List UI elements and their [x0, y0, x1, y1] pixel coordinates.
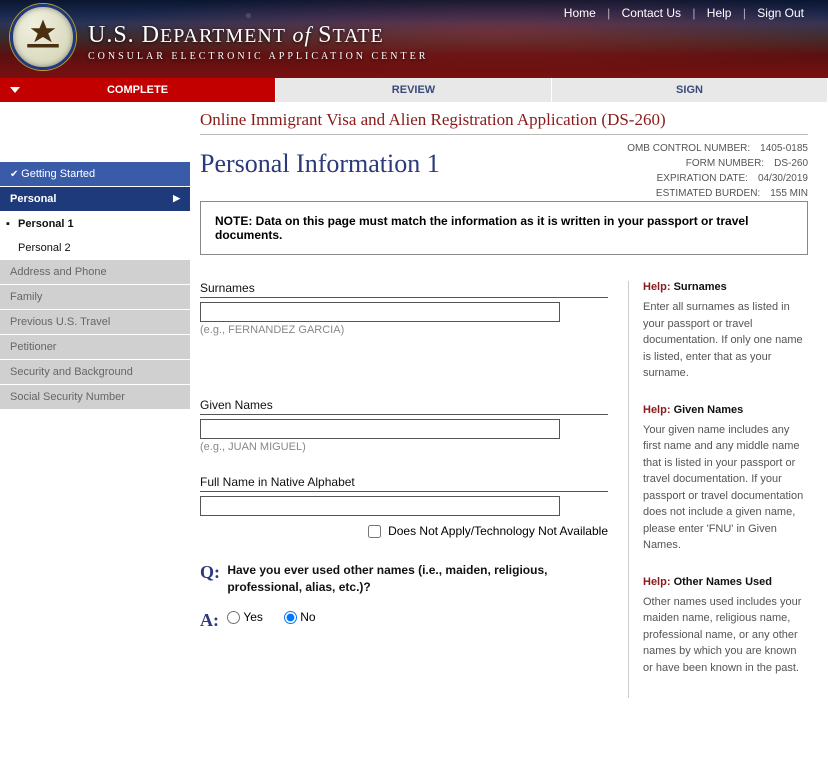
nav-security[interactable]: Security and Background — [0, 360, 190, 385]
help-title: Other Names Used — [674, 576, 772, 588]
form-metadata: OMB CONTROL NUMBER: 1405-0185 FORM NUMBER… — [627, 141, 808, 201]
dept-subtitle: CONSULAR ELECTRONIC APPLICATION CENTER — [88, 51, 428, 62]
divider: | — [743, 6, 746, 20]
help-label: Help: — [643, 281, 671, 293]
top-links: Home | Contact Us | Help | Sign Out — [560, 6, 808, 20]
a-marker: A: — [200, 610, 224, 631]
help-text: Your given name includes any first name … — [643, 422, 808, 554]
divider: | — [607, 6, 610, 20]
given-hint: (e.g., JUAN MIGUEL) — [200, 441, 608, 453]
help-text: Enter all surnames as listed in your pas… — [643, 299, 808, 382]
tab-review[interactable]: REVIEW — [276, 78, 552, 102]
form-fields: Surnames (e.g., FERNANDEZ GARCIA) Given … — [200, 281, 608, 698]
native-na-label: Does Not Apply/Technology Not Available — [388, 524, 608, 538]
help-given-names: Help: Given Names Your given name includ… — [643, 404, 808, 554]
main-content: Online Immigrant Visa and Alien Registra… — [190, 102, 828, 718]
divider: | — [692, 6, 695, 20]
help-title: Given Names — [674, 404, 744, 416]
help-column: Help: Surnames Enter all surnames as lis… — [628, 281, 808, 698]
native-input[interactable] — [200, 496, 560, 516]
given-label: Given Names — [200, 398, 608, 415]
radio-other-names-no[interactable] — [284, 611, 297, 624]
meta-label: ESTIMATED BURDEN: — [656, 186, 760, 201]
dept-text: U.S. D — [88, 22, 160, 48]
dept-title: U.S. DEPARTMENT of STATE CONSULAR ELECTR… — [88, 22, 428, 62]
meta-value: 04/30/2019 — [758, 171, 808, 186]
dept-text: S — [318, 22, 332, 48]
native-na-checkbox[interactable] — [368, 525, 381, 538]
tab-label: COMPLETE — [107, 84, 168, 96]
nav-personal[interactable]: Personal — [0, 187, 190, 212]
help-title: Surnames — [674, 281, 727, 293]
meta-label: FORM NUMBER: — [686, 156, 764, 171]
help-other-names: Help: Other Names Used Other names used … — [643, 576, 808, 677]
app-header: Home | Contact Us | Help | Sign Out U.S.… — [0, 0, 828, 78]
help-label: Help: — [643, 404, 671, 416]
field-given-names: Given Names (e.g., JUAN MIGUEL) — [200, 398, 608, 453]
meta-value: 1405-0185 — [760, 141, 808, 156]
dept-text: of — [286, 22, 318, 47]
nav-personal-2[interactable]: Personal 2 — [0, 236, 190, 260]
meta-value: DS-260 — [774, 156, 808, 171]
dept-text: TATE — [332, 25, 383, 47]
surnames-label: Surnames — [200, 281, 608, 298]
tab-complete[interactable]: COMPLETE — [0, 78, 276, 102]
given-input[interactable] — [200, 419, 560, 439]
meta-label: EXPIRATION DATE: — [657, 171, 748, 186]
state-seal-icon — [10, 4, 76, 70]
step-tabs: COMPLETE REVIEW SIGN — [0, 78, 828, 102]
nav-ssn[interactable]: Social Security Number — [0, 385, 190, 410]
nav-personal-1[interactable]: Personal 1 — [0, 212, 190, 236]
radio-yes-label[interactable]: Yes — [227, 610, 263, 624]
link-signout[interactable]: Sign Out — [757, 6, 804, 20]
link-contact[interactable]: Contact Us — [622, 6, 681, 20]
meta-label: OMB CONTROL NUMBER: — [627, 141, 750, 156]
help-surnames: Help: Surnames Enter all surnames as lis… — [643, 281, 808, 382]
nav-petitioner[interactable]: Petitioner — [0, 335, 190, 360]
link-help[interactable]: Help — [707, 6, 732, 20]
nav-family[interactable]: Family — [0, 285, 190, 310]
question-other-names: Q: Have you ever used other names (i.e.,… — [200, 562, 608, 631]
link-home[interactable]: Home — [564, 6, 596, 20]
radio-other-names-yes[interactable] — [227, 611, 240, 624]
chevron-down-icon — [10, 87, 20, 93]
surnames-input[interactable] — [200, 302, 560, 322]
tab-sign[interactable]: SIGN — [552, 78, 828, 102]
help-text: Other names used includes your maiden na… — [643, 594, 808, 677]
field-surnames: Surnames (e.g., FERNANDEZ GARCIA) — [200, 281, 608, 336]
q-marker: Q: — [200, 562, 224, 583]
nav-prev-travel[interactable]: Previous U.S. Travel — [0, 310, 190, 335]
form-title: Online Immigrant Visa and Alien Registra… — [200, 102, 808, 135]
question-text: Have you ever used other names (i.e., ma… — [227, 562, 605, 596]
meta-value: 155 MIN — [770, 186, 808, 201]
help-label: Help: — [643, 576, 671, 588]
nav-getting-started[interactable]: Getting Started — [0, 162, 190, 187]
native-label: Full Name in Native Alphabet — [200, 475, 608, 492]
radio-no-label[interactable]: No — [284, 610, 315, 624]
surnames-hint: (e.g., FERNANDEZ GARCIA) — [200, 324, 608, 336]
sidebar-nav: Getting Started Personal Personal 1 Pers… — [0, 102, 190, 718]
nav-address-phone[interactable]: Address and Phone — [0, 260, 190, 285]
field-native-name: Full Name in Native Alphabet Does Not Ap… — [200, 475, 608, 538]
dept-text: EPARTMENT — [160, 25, 286, 47]
passport-note: NOTE: Data on this page must match the i… — [200, 201, 808, 255]
